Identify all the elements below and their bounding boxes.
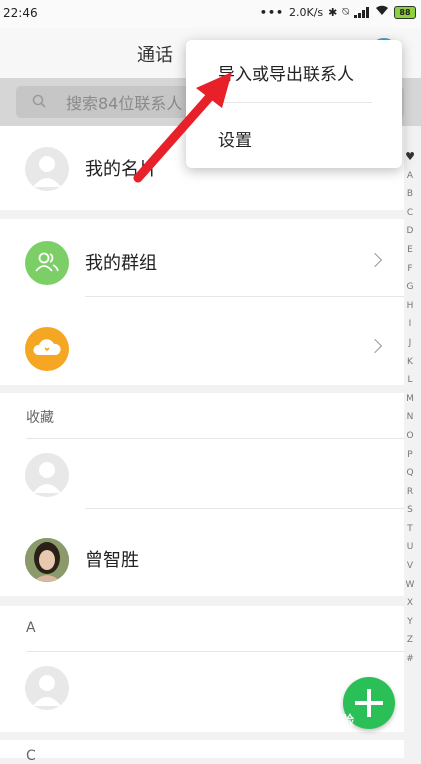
contact-name: 曾智胜 <box>85 550 139 571</box>
alpha-index-letter[interactable]: U <box>401 538 419 557</box>
menu-item-settings[interactable]: 设置 <box>218 126 252 151</box>
chevron-right-icon <box>367 338 383 354</box>
groups-section: 我的群组 <box>0 219 404 385</box>
avatar <box>25 453 69 497</box>
alpha-index-letter[interactable]: V <box>401 557 419 576</box>
section-title: A <box>26 620 36 636</box>
alpha-index-letter[interactable]: F <box>401 260 419 279</box>
net-speed: 2.0K/s <box>289 5 324 19</box>
contact-row[interactable] <box>0 439 404 509</box>
wifi-icon <box>375 5 389 19</box>
alpha-index-letter[interactable]: X <box>401 594 419 613</box>
more-dots-icon: ••• <box>259 5 285 19</box>
favorites-section: 收藏 曾智胜 <box>0 393 404 596</box>
alpha-index-letter[interactable]: M <box>401 390 419 409</box>
alpha-index-letter[interactable]: # <box>401 650 419 669</box>
avatar-photo <box>25 538 69 582</box>
tab-calls[interactable]: 通话 <box>137 41 173 67</box>
menu-item-import-export[interactable]: 导入或导出联系人 <box>218 60 354 85</box>
my-groups-row[interactable]: 我的群组 <box>0 227 404 297</box>
alpha-index-letter[interactable]: Y <box>401 613 419 632</box>
alpha-index-letter[interactable]: O <box>401 427 419 446</box>
search-icon <box>32 94 46 108</box>
alpha-index-letter[interactable]: A <box>401 167 419 186</box>
overflow-menu: 导入或导出联系人 设置 <box>186 40 402 168</box>
watermark: Bai经验 <box>305 714 355 729</box>
status-bar: 22:46 ••• 2.0K/s ✱ ⍉ 88 <box>0 0 421 28</box>
alpha-index-letter[interactable]: L <box>401 371 419 390</box>
section-c: C <box>0 740 404 764</box>
alpha-index-letter[interactable]: I <box>401 315 419 334</box>
favorites-header: 收藏 <box>0 393 404 439</box>
alpha-index-letter[interactable]: B <box>401 185 419 204</box>
alpha-index-letter[interactable]: H <box>401 297 419 316</box>
avatar <box>25 666 69 710</box>
section-header-a: A <box>0 606 404 652</box>
alpha-index-letter[interactable]: C <box>401 204 419 223</box>
cloud-contacts-row[interactable] <box>0 313 404 383</box>
my-groups-label: 我的群组 <box>85 253 157 274</box>
alpha-index-letter[interactable]: ♥ <box>401 148 419 167</box>
group-icon <box>25 241 69 285</box>
alpha-index-letter[interactable]: Z <box>401 631 419 650</box>
battery-icon: 88 <box>394 5 416 19</box>
alpha-index-letter[interactable]: Q <box>401 464 419 483</box>
alphabet-index[interactable]: ♥ A B C D E F G H I J K L M N O P Q R S T U V W X Y Z # <box>401 148 419 669</box>
cloud-phone-icon <box>25 327 69 371</box>
alpha-index-letter[interactable]: K <box>401 353 419 372</box>
contact-row[interactable]: 曾智胜 <box>0 524 404 594</box>
section-title: C <box>26 748 36 764</box>
section-title: 收藏 <box>26 410 54 426</box>
alpha-index-letter[interactable]: G <box>401 278 419 297</box>
alpha-index-letter[interactable]: N <box>401 408 419 427</box>
alpha-index-letter[interactable]: W <box>401 576 419 595</box>
bluetooth-icon: ✱ <box>328 5 338 19</box>
alpha-index-letter[interactable]: D <box>401 222 419 241</box>
avatar <box>25 147 69 191</box>
mute-icon: ⍉ <box>342 5 349 18</box>
alpha-index-letter[interactable]: R <box>401 483 419 502</box>
status-time: 22:46 <box>3 6 38 20</box>
alpha-index-letter[interactable]: E <box>401 241 419 260</box>
alpha-index-letter[interactable]: P <box>401 446 419 465</box>
signal-icon <box>354 6 370 18</box>
alpha-index-letter[interactable]: T <box>401 520 419 539</box>
alpha-index-letter[interactable]: S <box>401 501 419 520</box>
alpha-index-letter[interactable]: J <box>401 334 419 353</box>
chevron-right-icon <box>367 252 383 268</box>
my-card-label: 我的名片 <box>85 159 157 180</box>
